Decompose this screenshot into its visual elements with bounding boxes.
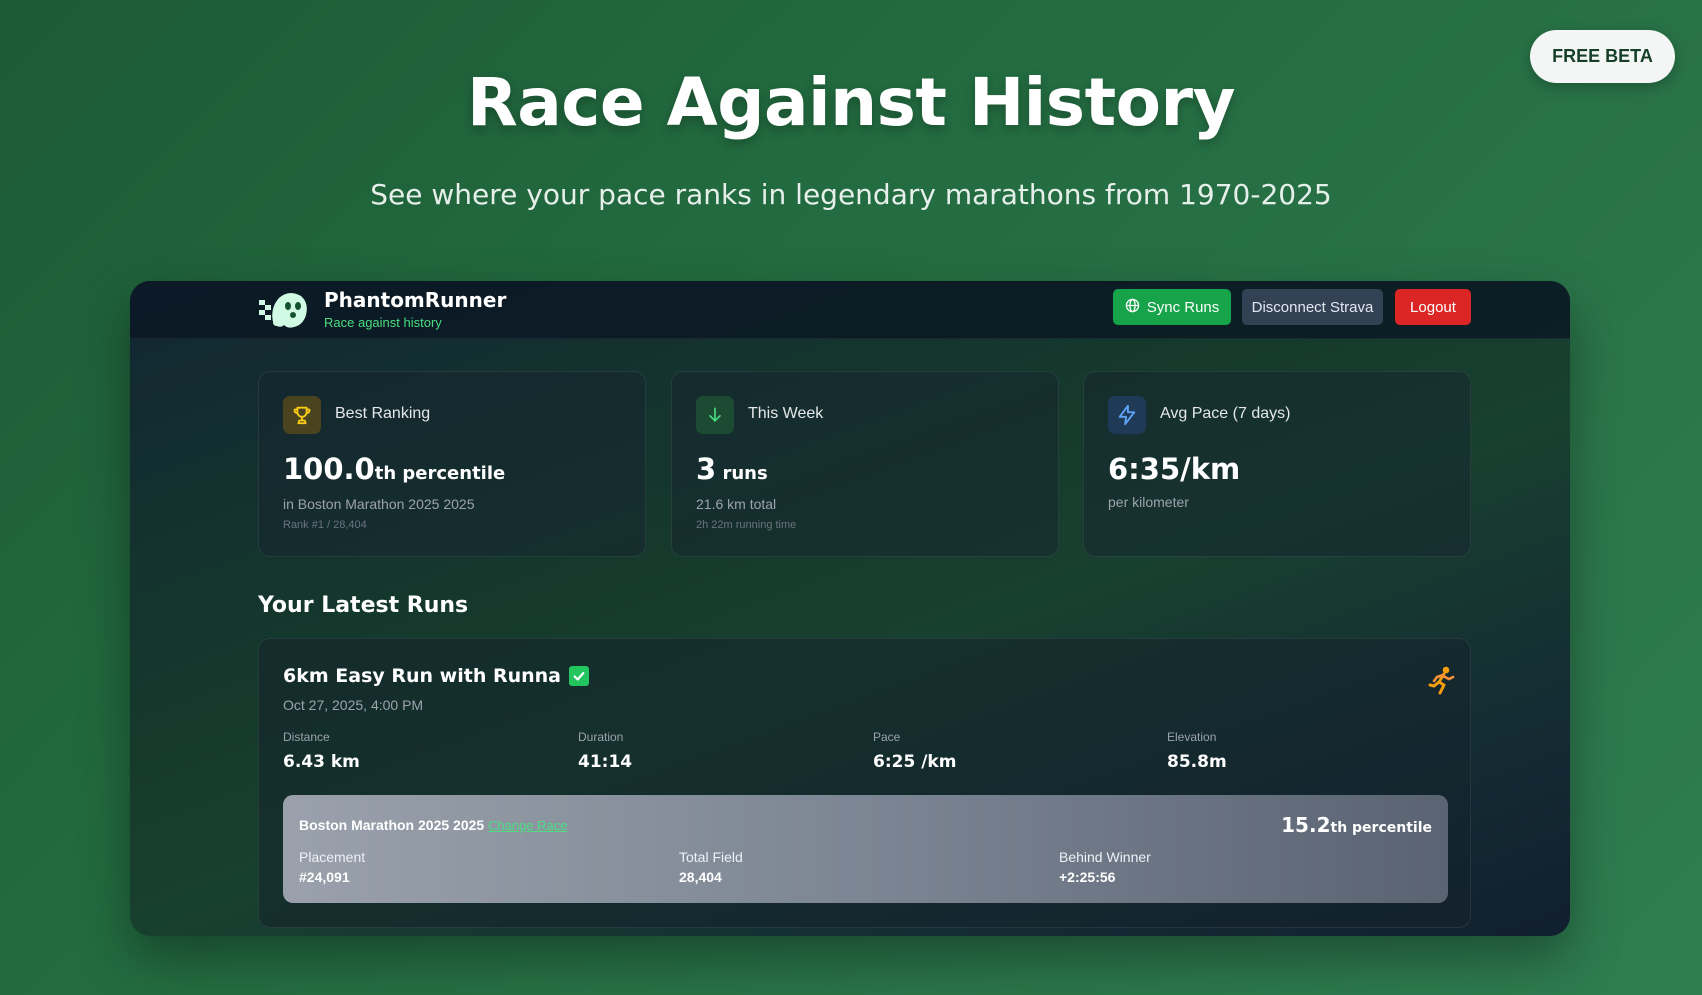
stat-label: This Week: [748, 405, 824, 422]
run-card[interactable]: 6km Easy Run with Runna Oct 27, 2025, 4:…: [258, 638, 1471, 928]
metric-elevation: Elevation 85.8m: [1167, 730, 1227, 772]
hero-subtitle: See where your pace ranks in legendary m…: [370, 178, 1332, 211]
stat-value: 100.0th percentile: [283, 452, 506, 486]
run-title: 6km Easy Run with Runna: [283, 665, 589, 687]
stat-value: 3 runs: [696, 452, 768, 486]
total-field-stat: Total Field 28,404: [679, 849, 743, 885]
change-race-link[interactable]: Change Race: [488, 818, 568, 833]
stat-label: Avg Pace (7 days): [1160, 405, 1291, 422]
stat-detail: Rank #1 / 28,404: [283, 519, 367, 531]
this-week-card: This Week 3 runs 21.6 km total 2h 22m ru…: [671, 371, 1059, 557]
brand-tagline: Race against history: [324, 315, 442, 330]
stat-subtext: per kilometer: [1108, 494, 1189, 510]
run-percentile: 15.2th percentile: [1281, 813, 1432, 837]
runner-icon: [1427, 665, 1457, 695]
behind-winner-stat: Behind Winner +2:25:56: [1059, 849, 1151, 885]
ghost-runner-icon[interactable]: [257, 286, 311, 330]
best-ranking-card: Best Ranking 100.0th percentile in Bosto…: [258, 371, 646, 557]
stat-value: 6:35/km: [1108, 452, 1241, 486]
app-window: PhantomRunner Race against history Sync …: [130, 281, 1570, 936]
brand-name: PhantomRunner: [324, 288, 507, 312]
sync-runs-button[interactable]: Sync Runs: [1113, 289, 1231, 325]
sync-runs-label: Sync Runs: [1146, 298, 1220, 316]
avg-pace-card: Avg Pace (7 days) 6:35/km per kilometer: [1083, 371, 1471, 557]
logout-button[interactable]: Logout: [1395, 289, 1471, 325]
stat-detail: 2h 22m running time: [696, 519, 797, 531]
stat-label: Best Ranking: [335, 405, 431, 422]
metric-pace: Pace 6:25 /km: [873, 730, 957, 772]
metric-distance: Distance 6.43 km: [283, 730, 360, 772]
run-date: Oct 27, 2025, 4:00 PM: [283, 697, 424, 713]
lightning-icon: [1108, 396, 1146, 434]
race-comparison-panel: Boston Marathon 2025 2025 Change Race 15…: [283, 795, 1448, 903]
latest-runs-heading: Your Latest Runs: [258, 593, 469, 618]
stat-subtext: 21.6 km total: [696, 496, 777, 512]
metric-duration: Duration 41:14: [578, 730, 633, 772]
placement-stat: Placement #24,091: [299, 849, 366, 885]
check-box-icon: [569, 666, 589, 686]
hero-title: Race Against History: [466, 64, 1236, 141]
stat-subtext: in Boston Marathon 2025 2025: [283, 496, 475, 512]
trophy-icon: [283, 396, 321, 434]
globe-icon: [1125, 298, 1140, 317]
arrow-down-icon: [696, 396, 734, 434]
race-name: Boston Marathon 2025 2025: [299, 817, 485, 833]
app-header: PhantomRunner Race against history Sync …: [130, 281, 1570, 339]
disconnect-strava-button[interactable]: Disconnect Strava: [1242, 289, 1383, 325]
